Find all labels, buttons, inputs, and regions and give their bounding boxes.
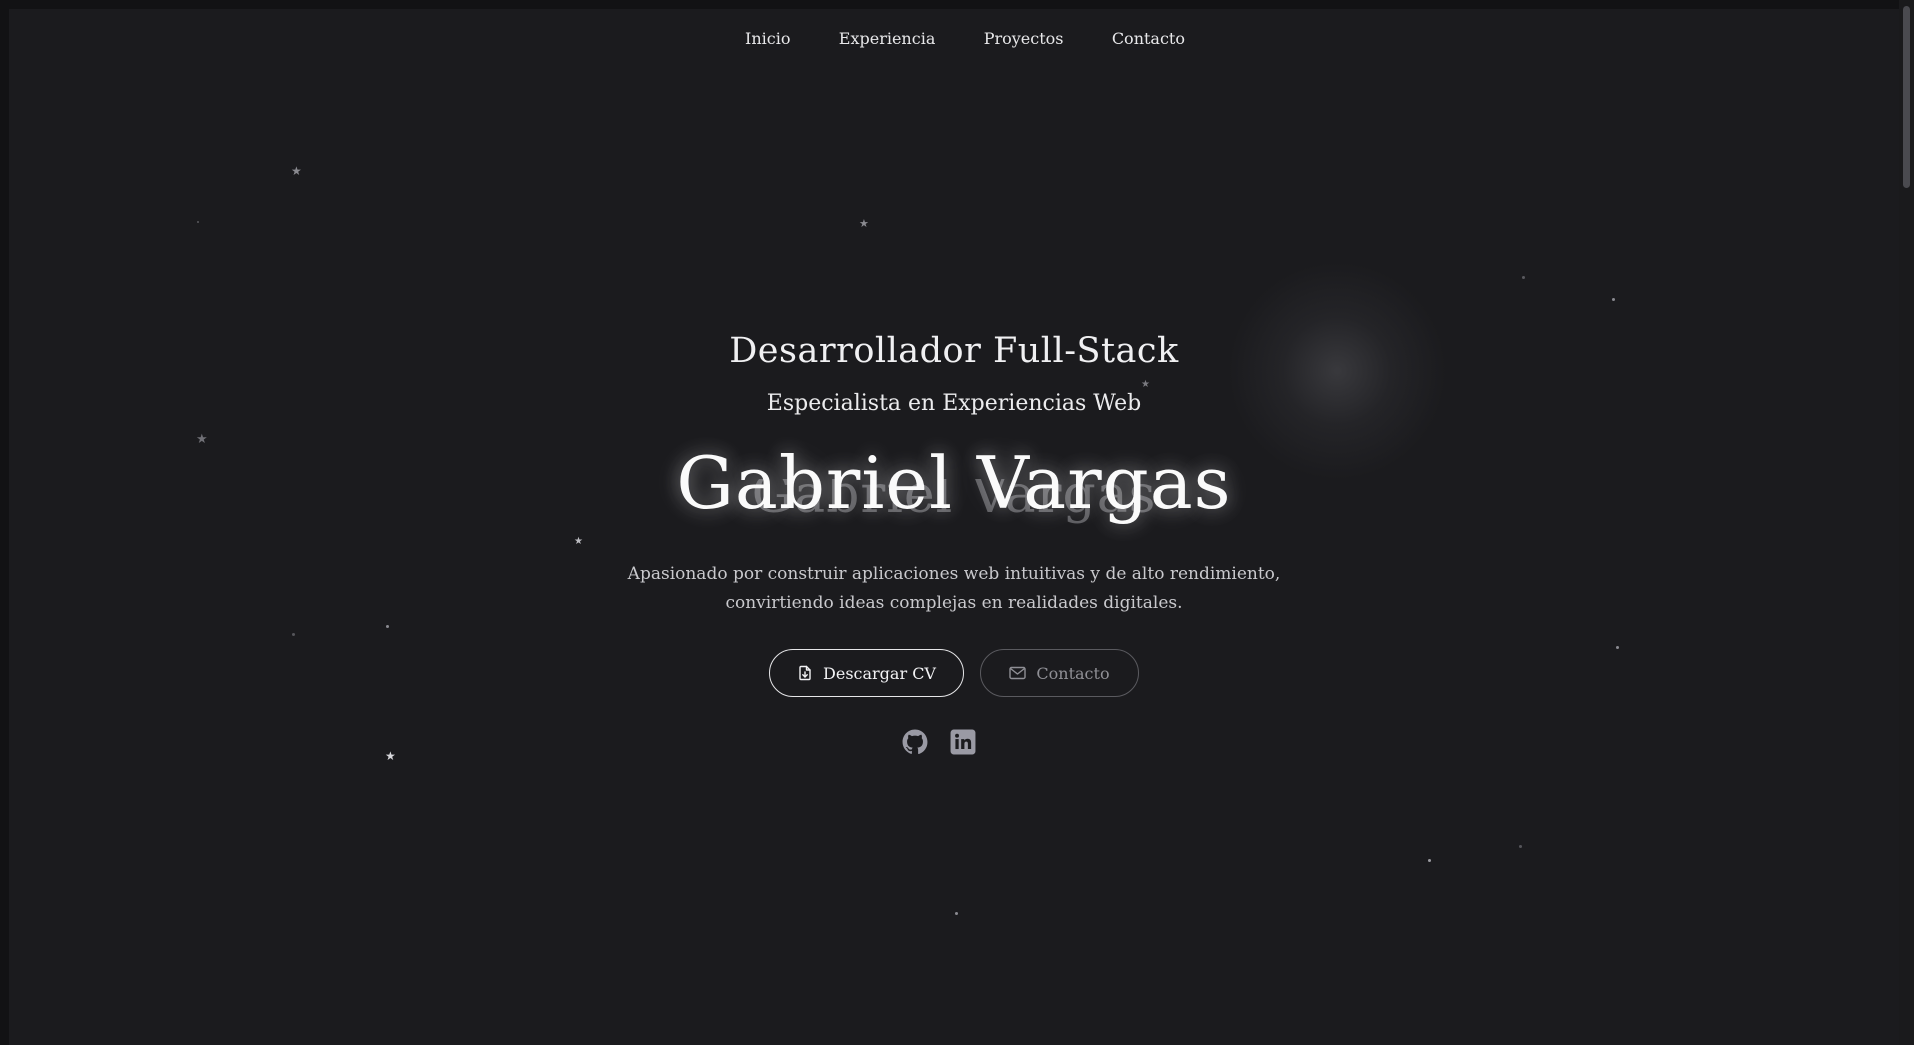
star-dot [1522, 276, 1525, 279]
star-dot [955, 912, 958, 915]
page-scrollbar[interactable] [1899, 0, 1914, 1045]
star-decoration: ★ [574, 536, 583, 547]
description-line: convirtiendo ideas complejas en realidad… [725, 593, 1183, 613]
role-title: Desarrollador Full-Stack [729, 331, 1179, 371]
file-download-icon [797, 665, 813, 681]
star-dot [1428, 859, 1431, 862]
contact-label: Contacto [1036, 663, 1110, 683]
star-dot [197, 221, 199, 223]
star-dot [1519, 845, 1522, 848]
portfolio-page: Inicio Experiencia Proyectos Contacto ★ … [9, 9, 1899, 1045]
nav-item-experiencia[interactable]: Experiencia [839, 29, 936, 48]
window-top-strip [0, 0, 1914, 9]
nav-item-proyectos[interactable]: Proyectos [984, 29, 1064, 48]
contact-button[interactable]: Contacto [980, 649, 1139, 697]
window-left-strip [0, 0, 9, 1045]
name-heading: Gabriel Vargas [676, 441, 1232, 525]
linkedin-icon[interactable] [950, 729, 976, 755]
github-icon[interactable] [902, 729, 928, 755]
mail-icon [1009, 666, 1027, 680]
nav-item-inicio[interactable]: Inicio [745, 29, 790, 48]
description-line: Apasionado por construir aplicaciones we… [627, 564, 1281, 584]
star-dot [1612, 298, 1615, 301]
hero-actions: Descargar CV Contacto [9, 649, 1899, 697]
star-decoration: ★ [859, 217, 869, 230]
star-decoration: ★ [291, 164, 302, 178]
star-dot [386, 625, 389, 628]
social-links [9, 729, 1884, 755]
specialty-subtitle: Especialista en Experiencias Web [766, 391, 1142, 416]
star-decoration: ★ [1141, 379, 1150, 390]
star-dot [292, 633, 295, 636]
top-navigation: Inicio Experiencia Proyectos Contacto [745, 29, 1185, 48]
nav-item-contacto[interactable]: Contacto [1112, 29, 1185, 48]
download-cv-label: Descargar CV [823, 663, 936, 683]
scrollbar-thumb[interactable] [1903, 6, 1910, 188]
hero-description: Apasionado por construir aplicaciones we… [9, 560, 1899, 618]
download-cv-button[interactable]: Descargar CV [769, 649, 964, 697]
